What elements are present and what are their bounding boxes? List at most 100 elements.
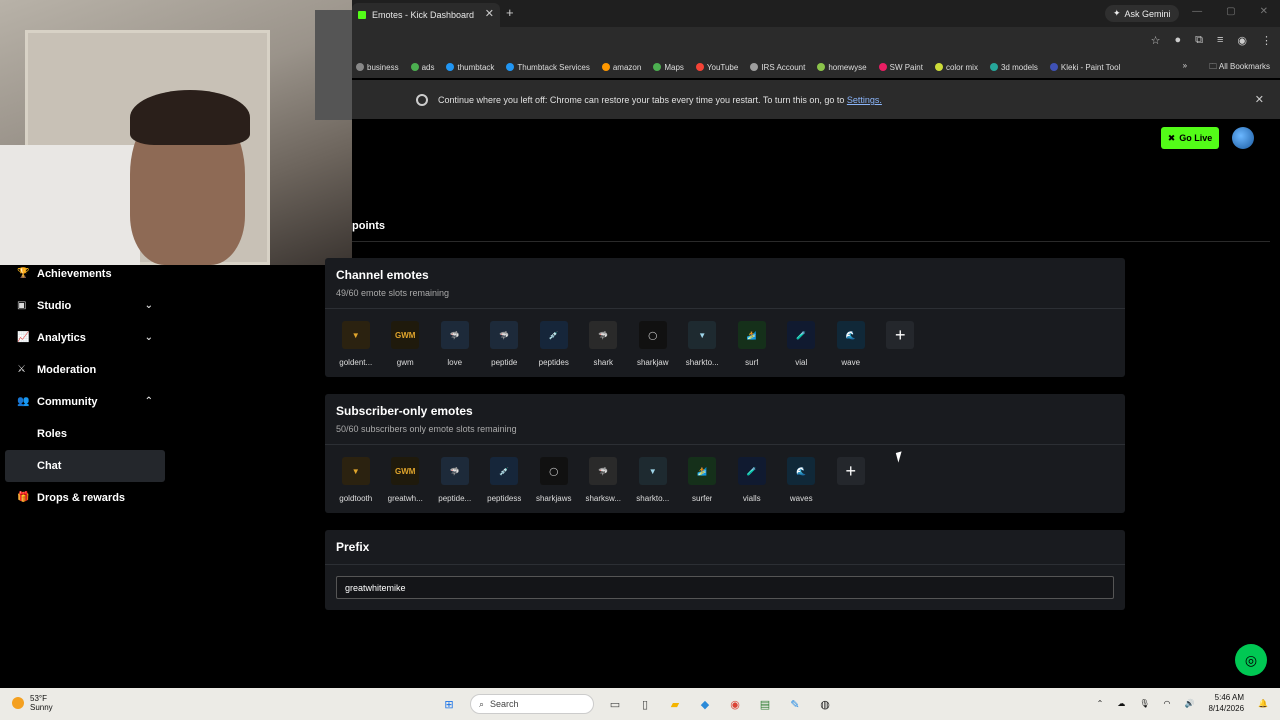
infobar-close-icon[interactable]: ✕ <box>1255 93 1264 106</box>
emote-label: sharksw... <box>585 494 622 503</box>
add-emote-button[interactable]: + <box>826 457 876 503</box>
taskbar-clock[interactable]: 5:46 AM 8/14/2026 <box>1208 692 1244 714</box>
sidebar-item-chat[interactable]: Chat <box>5 450 165 482</box>
bookmarks-overflow-icon[interactable]: » <box>1183 61 1187 75</box>
bookmark-item[interactable]: Thumbtack Services <box>506 63 590 72</box>
bookmark-star-icon[interactable]: ☆ <box>1151 34 1161 47</box>
emote-item[interactable]: 🦈 peptide... <box>430 457 480 503</box>
bookmark-item[interactable]: color mix <box>934 63 978 72</box>
tab-close-icon[interactable]: ✕ <box>485 7 494 20</box>
sidebar-item-drops-rewards[interactable]: 🎁 Drops & rewards <box>5 482 165 514</box>
taskbar-search-label: Search <box>490 699 519 709</box>
emote-label: goldent... <box>339 358 373 367</box>
wifi-icon[interactable]: ◠ <box>1163 699 1170 708</box>
bookmark-item[interactable]: YouTube <box>695 62 739 72</box>
bookmark-item[interactable]: thumbtack <box>446 63 494 72</box>
bookmark-favicon-icon <box>446 63 455 71</box>
bookmark-item[interactable]: Maps <box>653 63 684 72</box>
emote-item[interactable]: GWM greatwh... <box>381 457 431 503</box>
notepad-icon[interactable]: ▯ <box>636 695 654 713</box>
bookmark-item[interactable]: amazon <box>601 63 641 72</box>
support-chat-button[interactable]: ◎ <box>1235 644 1267 676</box>
user-avatar[interactable] <box>1232 127 1254 149</box>
bookmark-item[interactable]: 3d models <box>989 63 1038 72</box>
emote-item[interactable]: 🦈 sharksw... <box>579 457 629 503</box>
prefix-input[interactable]: greatwhitemike <box>336 576 1114 599</box>
system-tray: ⌃ ☁ 🎙 ◠ 🔊 5:46 AM 8/14/2026 🔔 <box>1097 692 1268 714</box>
emote-item[interactable]: 🧪 vialls <box>727 457 777 503</box>
all-bookmarks-button[interactable]: 🗀 All Bookmarks <box>1209 61 1270 75</box>
volume-icon[interactable]: 🔊 <box>1184 699 1194 708</box>
emote-image: 🧪 <box>787 321 816 349</box>
sidebar-item-moderation[interactable]: ⚔ Moderation <box>5 354 165 386</box>
bookmark-item[interactable]: Kleki - Paint Tool <box>1049 63 1120 72</box>
windows-start-icon[interactable]: ⊞ <box>440 695 458 713</box>
emote-item[interactable]: 🦈 peptide <box>480 321 530 367</box>
maximize-icon[interactable]: ▢ <box>1226 6 1235 17</box>
emote-item[interactable]: 🧪 vial <box>777 321 827 367</box>
bookmark-label: YouTube <box>706 62 739 72</box>
emote-item[interactable]: GWM gwm <box>381 321 431 367</box>
obs-icon[interactable]: ◍ <box>816 695 834 713</box>
profile-icon[interactable]: ◉ <box>1237 34 1247 47</box>
ask-gemini-button[interactable]: ✦ Ask Gemini <box>1105 5 1179 22</box>
emote-item[interactable]: ◯ sharkjaw <box>628 321 678 367</box>
notification-icon[interactable]: 🔔 <box>1258 699 1268 708</box>
emote-item[interactable]: ◯ sharkjaws <box>529 457 579 503</box>
bookmark-item[interactable]: ads <box>410 63 434 72</box>
puzzle-icon[interactable]: ⧉ <box>1195 34 1203 47</box>
bookmark-item[interactable]: business <box>356 63 399 72</box>
emote-item[interactable]: 💉 peptides <box>529 321 579 367</box>
chevron-up-icon[interactable]: ⌃ <box>145 396 153 407</box>
bookmark-item[interactable]: SW Paint <box>878 63 923 72</box>
bookmark-item[interactable]: homewyse <box>817 63 867 72</box>
extension-icon[interactable]: ● <box>1174 34 1181 47</box>
emote-item[interactable]: 💉 peptidess <box>480 457 530 503</box>
emote-item[interactable]: 🌊 wave <box>826 321 876 367</box>
sidebar-item-community[interactable]: 👥 Community ⌃ <box>5 386 165 418</box>
network-app-icon[interactable]: ☁ <box>1117 699 1125 708</box>
emote-item[interactable]: 🌊 waves <box>777 457 827 503</box>
section-tab-points[interactable]: points <box>352 220 385 232</box>
menu-icon[interactable]: ⋮ <box>1261 34 1272 47</box>
emote-item[interactable]: ▼ goldent... <box>331 321 381 367</box>
minimize-icon[interactable]: — <box>1192 6 1202 17</box>
emote-item[interactable]: 🏄 surf <box>727 321 777 367</box>
emote-label: gwm <box>396 358 414 367</box>
emote-item[interactable]: 🦈 shark <box>579 321 629 367</box>
window-close-icon[interactable]: ✕ <box>1260 6 1268 17</box>
bookmark-item[interactable]: IRS Account <box>750 63 805 72</box>
emote-item[interactable]: 🏄 surfer <box>678 457 728 503</box>
app-icon[interactable]: ◆ <box>696 695 714 713</box>
clock-time: 5:46 AM <box>1214 693 1245 702</box>
emote-item[interactable]: 🦈 love <box>430 321 480 367</box>
infobar-settings-link[interactable]: Settings. <box>847 95 882 105</box>
weather-widget[interactable]: 53°F Sunny <box>12 694 53 712</box>
channel-emotes-header: Channel emotes 49/60 emote slots remaini… <box>325 258 1125 309</box>
go-live-button[interactable]: ✖ Go Live <box>1161 127 1219 149</box>
weather-desc: Sunny <box>30 703 53 712</box>
add-emote-button[interactable]: + <box>876 321 926 367</box>
task-view-icon[interactable]: ▭ <box>606 695 624 713</box>
emote-image: 🌊 <box>836 321 865 349</box>
microphone-icon[interactable]: 🎙 <box>1139 699 1149 708</box>
sidebar-item-analytics[interactable]: 📈 Analytics ⌄ <box>5 322 165 354</box>
media-control-icon[interactable]: ≡ <box>1217 34 1223 47</box>
tray-overflow-icon[interactable]: ⌃ <box>1097 699 1104 708</box>
sidebar-item-studio[interactable]: ▣ Studio ⌄ <box>5 290 165 322</box>
sidebar-item-achievements[interactable]: 🏆 Achievements <box>5 258 165 290</box>
emote-item[interactable]: ▼ goldtooth <box>331 457 381 503</box>
spreadsheet-icon[interactable]: ▤ <box>756 695 774 713</box>
chrome-taskbar-icon[interactable]: ◉ <box>726 695 744 713</box>
chevron-down-icon[interactable]: ⌄ <box>145 332 153 343</box>
emote-item[interactable]: ▼ sharkto... <box>628 457 678 503</box>
emote-item[interactable]: ▼ sharkto... <box>678 321 728 367</box>
new-tab-button[interactable]: + <box>506 5 514 20</box>
sidebar-item-roles[interactable]: Roles <box>5 418 165 450</box>
browser-tab-active[interactable]: Emotes - Kick Dashboard ✕ <box>352 3 500 27</box>
taskbar-search[interactable]: ⌕ Search <box>470 694 594 714</box>
paint-icon[interactable]: ✎ <box>786 695 804 713</box>
file-explorer-icon[interactable]: ▰ <box>666 695 684 713</box>
chevron-down-icon[interactable]: ⌄ <box>145 300 153 311</box>
emote-label: peptides <box>538 358 569 367</box>
